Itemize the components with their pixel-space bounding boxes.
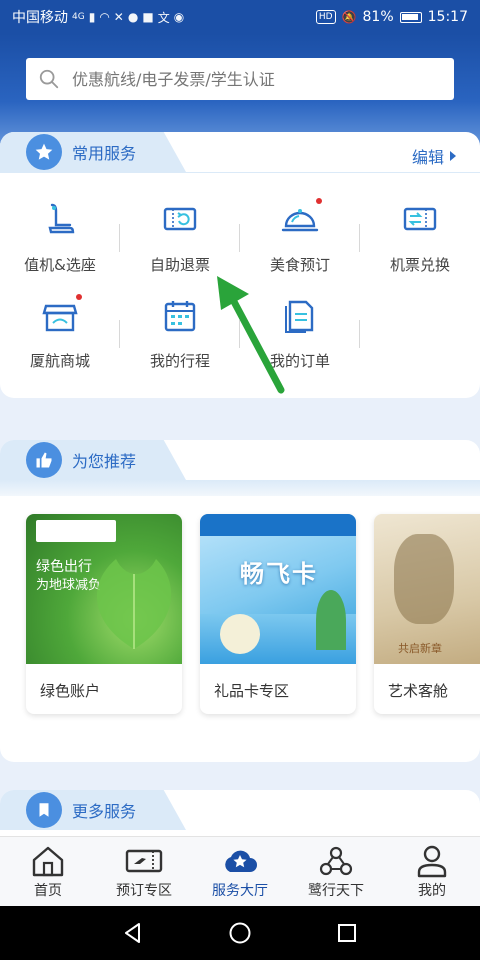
banner-text: 共启新章: [398, 642, 442, 655]
service-label: 我的行程: [149, 352, 210, 370]
thumbs-up-icon: [26, 442, 62, 478]
green-account-banner: 绿色出行 为地球减负: [26, 514, 182, 664]
service-label: 厦航商城: [29, 352, 90, 370]
nav-community[interactable]: 鹭行天下: [288, 837, 384, 906]
system-navigation-bar: [0, 906, 480, 960]
bottom-navigation: 首页 预订专区 服务大厅 鹭行天下 我的: [0, 836, 480, 906]
community-icon: [319, 846, 353, 875]
food-cloche-icon: [281, 209, 319, 232]
banner-text: 畅飞卡: [240, 560, 318, 588]
recommend-item-green-account[interactable]: 绿色出行 为地球减负 绿色账户: [26, 514, 182, 714]
calendar-icon: [164, 301, 196, 332]
notification-dot: [316, 198, 322, 204]
service-label: 机票兑换: [389, 256, 450, 274]
recommend-title: 为您推荐: [72, 452, 137, 471]
art-cabin-banner: 共启新章: [374, 514, 480, 664]
nav-label: 服务大厅: [212, 882, 268, 899]
nav-label: 首页: [34, 882, 62, 899]
battery-icon: [399, 11, 422, 23]
back-icon[interactable]: [121, 921, 145, 945]
service-checkin-seat[interactable]: 值机&选座: [0, 200, 120, 296]
search-icon: [39, 69, 59, 89]
home-circle-icon[interactable]: [228, 921, 252, 945]
service-label: 自助退票: [149, 256, 210, 274]
recommend-item-gift-card[interactable]: 畅飞卡 礼品卡专区: [200, 514, 356, 714]
chat-icon: ●: [127, 10, 139, 24]
banner-text: 绿色出行: [36, 559, 92, 575]
service-ticket-exchange[interactable]: 机票兑换: [360, 200, 480, 296]
home-icon: [32, 846, 64, 876]
notification-icon: ✕: [113, 10, 124, 24]
wechat-icon: ◉: [173, 10, 185, 24]
ticket-icon: [125, 849, 163, 872]
nav-home[interactable]: 首页: [0, 837, 96, 906]
translate-icon: 文: [157, 10, 170, 25]
common-services-header: 常用服务 编辑: [0, 132, 480, 172]
wifi-icon: ◠: [99, 10, 110, 24]
app-notification-icon: ■: [142, 10, 154, 24]
edit-button[interactable]: 编辑: [412, 144, 456, 168]
network-label: 4G: [72, 12, 85, 22]
recommend-item-label: 礼品卡专区: [214, 682, 290, 700]
bookmark-icon: [26, 792, 62, 828]
shop-icon: [42, 304, 78, 332]
search-input[interactable]: [72, 69, 442, 89]
hd-icon: HD: [315, 10, 336, 24]
recommend-header: 为您推荐: [0, 440, 480, 480]
mute-icon: 🔕: [341, 10, 357, 24]
profile-icon: [417, 845, 447, 877]
ticket-exchange-icon: [403, 207, 437, 231]
recommend-item-art-cabin[interactable]: 共启新章 艺术客舱: [374, 514, 480, 714]
signal-icon: ▮: [88, 10, 96, 24]
recommend-card: 为您推荐 绿色出行 为地球减负 绿色账户 畅飞卡 礼品卡专区 共启新章 艺术客舱: [0, 440, 480, 762]
nav-label: 预订专区: [116, 882, 172, 899]
recommend-item-label: 艺术客舱: [388, 682, 449, 700]
more-services-title: 更多服务: [72, 802, 137, 821]
clock: 15:17: [427, 9, 468, 25]
service-cloud-star-icon: [225, 850, 257, 872]
nav-label: 鹭行天下: [308, 882, 364, 899]
service-xiamen-air-mall[interactable]: 厦航商城: [0, 294, 120, 392]
star-icon: [26, 134, 62, 170]
nav-label: 我的: [418, 882, 446, 899]
seat-icon: [48, 203, 75, 234]
nav-service-hall[interactable]: 服务大厅: [192, 837, 288, 906]
battery-percent: 81%: [362, 9, 394, 25]
service-label: 值机&选座: [24, 256, 96, 274]
caret-right-icon: [450, 151, 456, 161]
recents-icon[interactable]: [335, 921, 359, 945]
carrier-label: 中国移动: [12, 10, 68, 26]
notification-dot: [76, 294, 82, 300]
nav-profile[interactable]: 我的: [384, 837, 480, 906]
status-bar: 中国移动 4G ▮ ◠ ✕ ● ■ 文 ◉ HD 🔕 81% 15:17: [0, 0, 480, 34]
edit-label: 编辑: [411, 148, 444, 167]
gift-card-banner: 畅飞卡: [200, 514, 356, 664]
refund-ticket-icon: [163, 207, 197, 231]
annotation-arrow: [217, 276, 285, 394]
search-bar[interactable]: [26, 58, 454, 100]
nav-booking[interactable]: 预订专区: [96, 837, 192, 906]
more-services-header: 更多服务: [0, 790, 480, 830]
recommend-carousel[interactable]: 绿色出行 为地球减负 绿色账户 畅飞卡 礼品卡专区 共启新章 艺术客舱: [0, 480, 480, 760]
common-services-title: 常用服务: [72, 144, 137, 163]
recommend-item-label: 绿色账户: [40, 682, 101, 700]
